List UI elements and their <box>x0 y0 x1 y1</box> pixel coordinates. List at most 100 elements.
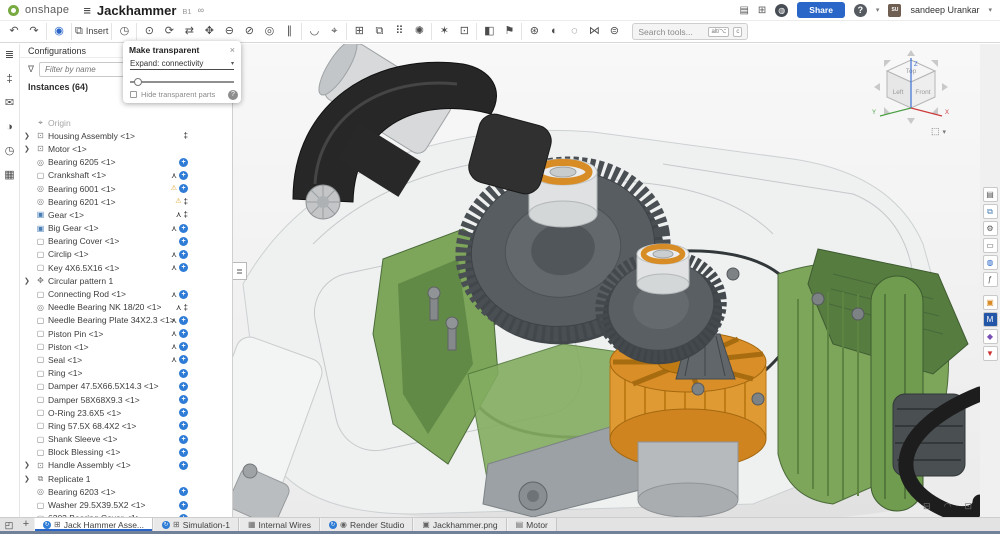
instance-row[interactable]: ▢Seal <1>⋏+ <box>20 353 232 366</box>
instance-row[interactable]: ▣Big Gear <1>⋏+ <box>20 222 232 235</box>
instance-row[interactable]: ▢Piston Pin <1>⋏+ <box>20 327 232 340</box>
instance-row[interactable]: ❯⊡Handle Assembly <1>+ <box>20 459 232 472</box>
link-icon[interactable]: ∞ <box>198 5 204 15</box>
add-tab-button[interactable]: + <box>18 518 34 531</box>
instance-row[interactable]: ❯✥Circular pattern 1 <box>20 274 232 287</box>
notifications-icon[interactable]: ▤ <box>739 5 748 16</box>
planar-mate-icon[interactable]: ✥ <box>199 23 219 40</box>
named-views-icon[interactable]: ◷ <box>114 23 134 40</box>
instance-row[interactable]: ▢Damper 47.5X66.5X14.3 <1>+ <box>20 380 232 393</box>
render-app-icon[interactable]: ◆ <box>983 329 998 344</box>
display-states-icon[interactable]: ◧ <box>479 23 499 40</box>
user-avatar[interactable]: SU <box>888 4 901 17</box>
instances-list-icon[interactable]: ≣ <box>5 49 14 61</box>
close-icon[interactable]: × <box>230 45 235 55</box>
instance-row[interactable]: ◎Needle Bearing NK 18/20 <1>⋏‡ <box>20 301 232 314</box>
history-icon[interactable]: ◷ <box>5 145 15 157</box>
instance-row[interactable]: ▢Ring <1>+ <box>20 367 232 380</box>
instance-row[interactable]: ▢Needle Bearing Plate 34X2.3 <1>⋏+ <box>20 314 232 327</box>
tangent-mate-icon[interactable]: ◡ <box>304 23 324 40</box>
revolute-mate-icon[interactable]: ⟳ <box>159 23 179 40</box>
instance-row[interactable]: ▢Key 4X6.5X16 <1>⋏+ <box>20 261 232 274</box>
mate-connector-icon[interactable]: ⌖ <box>324 23 344 40</box>
instance-row[interactable]: ▢O-Ring 23.6X5 <1>+ <box>20 406 232 419</box>
named-positions-icon[interactable]: ⚑ <box>499 23 519 40</box>
expand-chevron-icon[interactable]: ❯ <box>24 461 30 469</box>
circular-pattern-icon[interactable]: ✺ <box>409 23 429 40</box>
view-options-button[interactable]: ⬚ ▾ <box>931 126 946 137</box>
labels-app-icon[interactable]: ▼ <box>983 346 998 361</box>
parts-list-panel-icon[interactable]: ▤ <box>983 187 998 202</box>
view-settings-icon[interactable]: ⊟ <box>923 501 931 512</box>
help-icon[interactable]: ? <box>854 4 867 17</box>
appearance-icon[interactable]: ⊜ <box>604 23 624 40</box>
view-cube[interactable]: Top Left Front Z X Y <box>868 48 954 128</box>
tab-internal-wires[interactable]: ▦Internal Wires <box>239 518 320 531</box>
versions-graph-panel-icon[interactable]: ⧉ <box>983 204 998 219</box>
configuration-panel-icon[interactable]: ⚙ <box>983 221 998 236</box>
tab-simulation-1[interactable]: ↻⊞Simulation-1 <box>153 518 239 531</box>
tab-jack-hammer-asse-[interactable]: ↻⊞Jack Hammer Asse... <box>34 518 153 531</box>
instances-flyout-toggle[interactable]: ≣ <box>233 262 247 280</box>
instance-row[interactable]: ◎Bearing 6001 <1>⚠+ <box>20 182 232 195</box>
group-parts-icon[interactable]: ⊞ <box>349 23 369 40</box>
instance-row[interactable]: ▢Damper 58X68X9.3 <1>+ <box>20 393 232 406</box>
apps-icon[interactable]: ⊞ <box>758 5 766 16</box>
expand-chevron-icon[interactable]: ❯ <box>24 145 30 153</box>
3d-viewport[interactable]: ≣ Top Left Front Z X Y <box>233 44 980 517</box>
slider-mate-icon[interactable]: ⇄ <box>179 23 199 40</box>
explode-view-icon[interactable]: ✶ <box>434 23 454 40</box>
simulation-app-icon[interactable]: M <box>983 312 998 327</box>
featurescript-panel-icon[interactable]: ƒ <box>983 272 998 287</box>
tab-jackhammer-png[interactable]: ▣Jackhammer.png <box>413 518 506 531</box>
dialog-help-icon[interactable]: ? <box>228 90 238 100</box>
transparency-slider[interactable] <box>130 78 234 86</box>
expand-chevron-icon[interactable]: ❯ <box>24 277 30 285</box>
document-title[interactable]: Jackhammer <box>97 3 177 18</box>
language-globe-icon[interactable]: ◍ <box>775 4 788 17</box>
help-panel-icon[interactable]: ◍ <box>983 255 998 270</box>
display-panel-icon[interactable]: ▭ <box>983 238 998 253</box>
bom-table-icon[interactable]: ▦ <box>4 169 14 181</box>
instance-row[interactable]: ◎Bearing 6205 <1>+ <box>20 156 232 169</box>
search-tools-box[interactable]: Search tools... alt/⌥ c <box>632 23 748 40</box>
instance-row[interactable]: ▢Crankshaft <1>⋏+ <box>20 169 232 182</box>
share-button[interactable]: Share <box>797 2 845 18</box>
help-caret-icon[interactable]: ▾ <box>876 6 880 14</box>
redo-icon[interactable]: ↷ <box>24 23 44 40</box>
fastened-mate-icon[interactable]: ⊙ <box>139 23 159 40</box>
replicate-icon[interactable]: ⧉ <box>369 23 389 40</box>
pin-slot-mate-icon[interactable]: ⊘ <box>239 23 259 40</box>
insert-icon[interactable]: ⧉Insert <box>74 23 109 40</box>
tab-render-studio[interactable]: ↻◉Render Studio <box>320 518 413 531</box>
instance-row[interactable]: ▢Ring 57.5X 68.4X2 <1>+ <box>20 419 232 432</box>
screenshot-icon[interactable]: ◠ <box>944 501 952 512</box>
instance-row[interactable]: ⌖Origin <box>20 116 232 129</box>
expand-chevron-icon[interactable]: ❯ <box>24 475 30 483</box>
user-caret-icon[interactable]: ▾ <box>988 6 992 14</box>
section-view-icon[interactable]: ◐ <box>544 23 564 40</box>
expand-dropdown[interactable]: Expand: connectivity ▾ <box>130 59 234 70</box>
comments-icon[interactable]: ✉ <box>5 97 14 109</box>
instance-row[interactable]: ❯⊡Housing Assembly <1>‡ <box>20 129 232 142</box>
snapshot-icon[interactable]: ⊡ <box>454 23 474 40</box>
user-name[interactable]: sandeep Urankar <box>910 5 979 15</box>
expand-chevron-icon[interactable]: ❯ <box>24 132 30 140</box>
tab-motor[interactable]: ▤Motor <box>507 518 557 531</box>
instance-row[interactable]: ▢Block Blessing <1>+ <box>20 446 232 459</box>
parallel-mate-icon[interactable]: ∥ <box>279 23 299 40</box>
instance-row[interactable]: ▢Connecting Rod <1>⋏+ <box>20 287 232 300</box>
instance-row[interactable]: ❯⊡Motor <1> <box>20 142 232 155</box>
cam-app-icon[interactable]: ▣ <box>983 295 998 310</box>
undo-icon[interactable]: ↶ <box>4 23 24 40</box>
instance-row[interactable]: ▢Circlip <1>⋏+ <box>20 248 232 261</box>
instance-row[interactable]: ▢Shank Sleeve <1>+ <box>20 433 232 446</box>
model-info-icon[interactable]: ⊡ <box>964 501 972 512</box>
instance-row[interactable]: ▢Washer 29.5X39.5X2 <1>+ <box>20 498 232 511</box>
interference-icon[interactable]: ⋈ <box>584 23 604 40</box>
filter-icon[interactable]: ∇ <box>28 64 34 75</box>
ball-mate-icon[interactable]: ◎ <box>259 23 279 40</box>
hide-parts-checkbox[interactable] <box>130 91 137 98</box>
linear-pattern-icon[interactable]: ⠿ <box>389 23 409 40</box>
instance-row[interactable]: ▢Bearing Cover <1>+ <box>20 235 232 248</box>
